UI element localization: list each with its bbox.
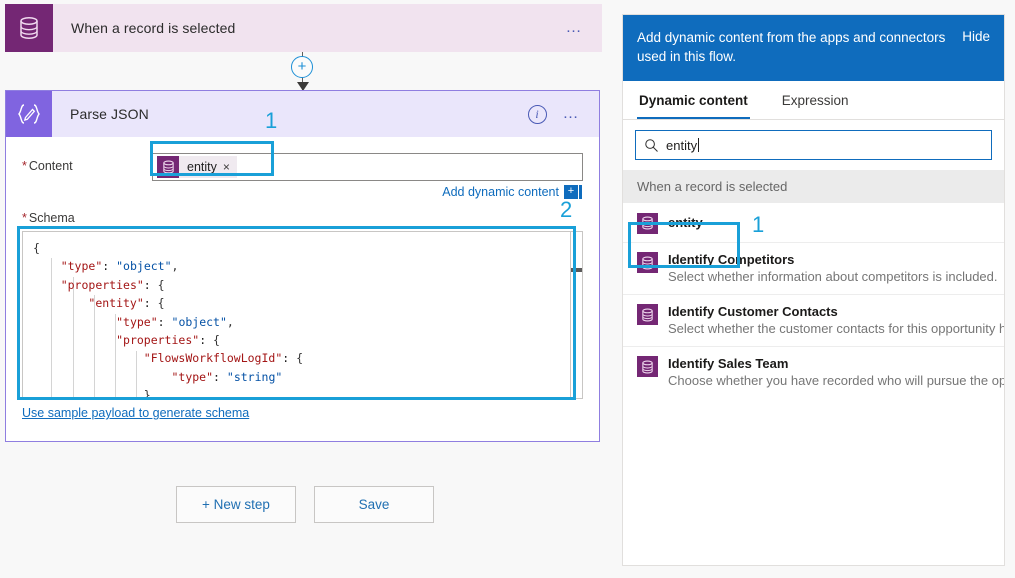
annotation-marker-1-panel: 1 [752, 212, 765, 237]
parse-json-card: Parse JSON i … * Content entity × Add dy… [5, 90, 600, 442]
trigger-title: When a record is selected [71, 20, 236, 36]
content-label-text: Content [28, 159, 73, 173]
use-sample-payload-link[interactable]: Use sample payload to generate schema [22, 406, 249, 420]
list-item-text: Identify Sales Team Choose whether you h… [668, 355, 1004, 390]
schema-code-text: { "type": "object", "properties": { "ent… [33, 241, 304, 399]
dynamic-content-header-text: Add dynamic content from the apps and co… [637, 30, 946, 64]
database-icon [637, 252, 658, 273]
dynamic-content-list: entity Identify Competitors Select wheth… [623, 203, 1004, 565]
parse-json-braces-icon [6, 91, 52, 137]
dynamic-content-tabs: Dynamic content Expression [623, 81, 1004, 120]
list-item-text: Identify Customer Contacts Select whethe… [668, 303, 1004, 338]
content-field-row: * Content entity × [22, 153, 583, 181]
list-item[interactable]: Identify Customer Contacts Select whethe… [623, 295, 1004, 347]
hide-panel-button[interactable]: Hide [962, 28, 990, 44]
dynamic-content-header: Add dynamic content from the apps and co… [623, 15, 1004, 81]
action-overflow-menu-icon[interactable]: … [563, 106, 582, 122]
schema-field-label: * Schema [22, 211, 583, 225]
close-icon[interactable]: × [223, 160, 237, 174]
search-icon [636, 138, 666, 153]
schema-scrollbar[interactable] [570, 232, 582, 398]
search-input-value: entity [666, 137, 700, 153]
list-item-description: Choose whether you have recorded who wil… [668, 373, 1004, 388]
save-button[interactable]: Save [314, 486, 434, 523]
step-connector: + [288, 52, 318, 92]
list-item-description: Select whether information about competi… [668, 269, 998, 284]
database-icon [637, 356, 658, 377]
list-item-title: Identify Sales Team [668, 356, 789, 371]
add-dynamic-content-link[interactable]: Add dynamic content [442, 185, 559, 199]
database-icon [5, 4, 53, 52]
parse-json-title: Parse JSON [70, 106, 149, 122]
tab-dynamic-content[interactable]: Dynamic content [637, 81, 750, 119]
add-dynamic-content-row: Add dynamic content + [22, 185, 583, 199]
list-item[interactable]: Identify Sales Team Choose whether you h… [623, 347, 1004, 398]
token-label: entity [187, 160, 217, 174]
info-icon[interactable]: i [527, 104, 547, 124]
list-item[interactable]: Identify Competitors Select whether info… [623, 243, 1004, 295]
list-item-description: Select whether the customer contacts for… [668, 321, 1004, 336]
schema-label-text: Schema [28, 211, 75, 225]
designer-action-buttons: + New step Save [0, 486, 610, 523]
flow-designer-canvas: When a record is selected … + Parse JSON… [0, 0, 610, 578]
tab-expression[interactable]: Expression [780, 81, 851, 119]
required-asterisk: * [22, 159, 27, 173]
content-input[interactable]: entity × [152, 153, 583, 181]
list-item-text: Identify Competitors Select whether info… [668, 251, 998, 286]
list-item-title: Identify Competitors [668, 252, 795, 267]
list-item-title: entity [668, 215, 703, 230]
add-dynamic-content-caret-icon [579, 185, 582, 199]
annotation-marker-1: 1 [265, 108, 278, 133]
database-icon [637, 304, 658, 325]
required-asterisk: * [22, 211, 27, 225]
list-item[interactable]: entity [623, 203, 1004, 243]
search-text: entity [666, 137, 698, 153]
dynamic-content-search-area: entity [623, 120, 1004, 170]
new-step-button[interactable]: + New step [176, 486, 296, 523]
schema-code-editor[interactable]: { "type": "object", "properties": { "ent… [22, 231, 583, 399]
add-step-plus-icon[interactable]: + [291, 56, 313, 78]
trigger-card[interactable]: When a record is selected … [5, 4, 602, 52]
dynamic-content-panel: Add dynamic content from the apps and co… [622, 14, 1005, 566]
list-item-text: entity [668, 214, 990, 231]
content-field-label: * Content [22, 153, 152, 173]
parse-json-body: * Content entity × Add dynamic content +… [6, 153, 599, 420]
annotation-marker-2: 2 [560, 197, 573, 222]
database-icon [157, 156, 179, 178]
search-input[interactable]: entity [635, 130, 992, 160]
database-icon [637, 212, 658, 234]
trigger-overflow-menu-icon[interactable]: … [566, 20, 585, 36]
dynamic-content-token[interactable]: entity × [157, 156, 237, 178]
dynamic-content-group-header: When a record is selected [623, 170, 1004, 203]
parse-json-header[interactable]: Parse JSON i … [6, 91, 599, 137]
schema-scrollbar-thumb[interactable] [571, 268, 582, 272]
text-caret [698, 137, 700, 152]
list-item-title: Identify Customer Contacts [668, 304, 838, 319]
